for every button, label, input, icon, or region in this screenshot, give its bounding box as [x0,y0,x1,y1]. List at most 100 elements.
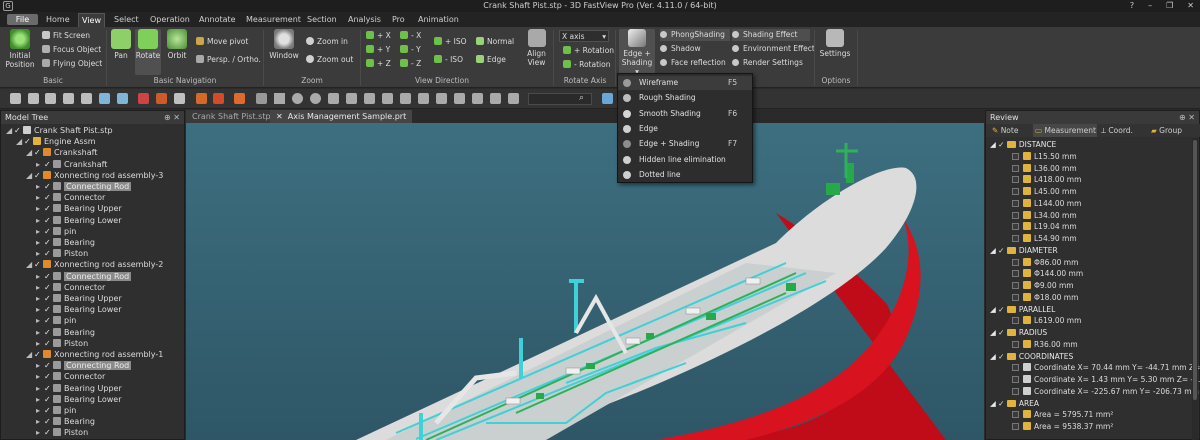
measurement-item[interactable]: R36.00 mm [1012,339,1078,351]
sphere-icon[interactable] [174,93,185,104]
tree-item[interactable]: ◢ ✓ Xonnecting rod assembly-3 [26,170,163,181]
shading-menu-item[interactable]: Rough Shading [618,91,752,105]
view-plus-y-button[interactable]: + Y [366,44,390,56]
item-checkbox[interactable] [1012,411,1019,419]
visibility-checkbox[interactable]: ✓ [44,293,53,304]
measurement-item[interactable]: L45.00 mm [1012,186,1077,198]
visibility-checkbox[interactable]: ✓ [44,181,53,192]
pencil-icon[interactable] [328,93,339,104]
snap-icon[interactable] [400,93,411,104]
flag-icon[interactable] [472,93,483,104]
help-icon[interactable]: ? [1130,0,1134,12]
rotate-button[interactable]: Rotate [135,29,161,75]
visibility-checkbox[interactable]: ✓ [44,192,53,203]
visibility-checkbox[interactable]: ✓ [34,349,43,360]
environment-effect-toggle[interactable]: Environment Effect [732,43,815,55]
tree-item[interactable]: ▸ ✓ Bearing [36,237,95,248]
expand-arrow-icon[interactable]: ▸ [36,237,44,248]
item-checkbox[interactable] [1012,223,1019,231]
expand-arrow-icon[interactable]: ▸ [36,315,44,326]
tree-item[interactable]: ▸ ✓ pin [36,226,76,237]
tab-coord[interactable]: ⟂ Coord. [1099,124,1149,137]
visibility-checkbox[interactable]: ✓ [44,248,53,259]
item-checkbox[interactable] [1012,199,1019,207]
expand-arrow-icon[interactable]: ▸ [36,427,44,438]
measurement-category[interactable]: ◢ ✓ RADIUS [990,327,1047,339]
tree-item[interactable]: ◢ ✓ Xonnecting rod assembly-1 [26,349,163,360]
visibility-checkbox[interactable]: ✓ [44,271,53,282]
item-checkbox[interactable] [1012,211,1019,219]
expand-arrow-icon[interactable]: ▸ [36,192,44,203]
tree-item[interactable]: ▸ ✓ Connecting Rod [36,360,132,371]
face-reflection-toggle[interactable]: Face reflection [660,57,726,69]
tab-measurement-review[interactable]: ▭ Measurement [1033,124,1097,137]
doc-tab-crank-shaft[interactable]: Crank Shaft Pist.stp [186,110,277,123]
tab-measurement[interactable]: Measurement [243,13,304,27]
tab-analysis[interactable]: Analysis [345,13,384,27]
measurement-item[interactable]: Φ86.00 mm [1012,257,1078,269]
select-icon[interactable] [138,93,149,104]
flying-object-button[interactable]: Flying Object [42,58,102,70]
visibility-checkbox[interactable]: ✓ [44,405,53,416]
view-minus-x-button[interactable]: - X [400,30,421,42]
tree-item[interactable]: ▸ ✓ Connector [36,282,105,293]
shadow-toggle[interactable]: Shadow [660,43,701,55]
tree-item[interactable]: ▸ ✓ Piston [36,248,88,259]
doc-tab-axis-management[interactable]: ✕ Axis Management Sample.prt [270,110,413,123]
item-checkbox[interactable] [1012,293,1019,301]
circle-icon[interactable] [292,93,303,104]
minimize-icon[interactable]: – [1148,0,1152,12]
pin-icon[interactable]: ⊕ ✕ [1179,111,1195,124]
close-icon[interactable]: ✕ [1187,0,1194,12]
tree-item[interactable]: ▸ ✓ Bearing Lower [36,304,121,315]
target-icon[interactable] [310,93,321,104]
shading-menu-item[interactable]: Wireframe F5 [618,76,752,90]
visibility-checkbox[interactable]: ✓ [44,338,53,349]
measurement-item[interactable]: Φ18.00 mm [1012,292,1078,304]
item-checkbox[interactable] [1012,235,1019,242]
tab-note[interactable]: ✎ Note [990,124,1032,137]
tab-select[interactable]: Select [111,13,142,27]
expand-arrow-icon[interactable]: ◢ [26,259,34,270]
save-icon[interactable] [45,93,56,104]
save-as-icon[interactable] [63,93,74,104]
focus-object-button[interactable]: Focus Object [42,44,101,56]
expand-arrow-icon[interactable]: ◢ ✓ [990,399,1007,408]
rectangle-icon[interactable] [274,93,285,104]
zoom-out-button[interactable]: Zoom out [306,54,353,66]
shading-effect-toggle[interactable]: Shading Effect [732,29,810,41]
tree-item[interactable]: ▸ ✓ Piston [36,338,88,349]
item-checkbox[interactable] [1012,364,1019,372]
print-icon[interactable] [81,93,92,104]
visibility-checkbox[interactable]: ✓ [44,327,53,338]
measurement-item[interactable]: Coordinate X= 1.43 mm Y= 5.30 mm Z= -8..… [1012,374,1200,386]
measurement-item[interactable]: L418.00 mm [1012,174,1081,186]
tab-operation[interactable]: Operation [147,13,193,27]
item-checkbox[interactable] [1012,423,1019,430]
visibility-checkbox[interactable]: ✓ [44,237,53,248]
tab-pro[interactable]: Pro [389,13,408,27]
minus-rotation-button[interactable]: - Rotation [563,59,610,71]
expand-arrow-icon[interactable]: ▸ [36,293,44,304]
view-minus-iso-button[interactable]: - ISO [434,54,463,66]
expand-arrow-icon[interactable]: ◢ [26,147,34,158]
visibility-checkbox[interactable]: ✓ [34,147,43,158]
cut-icon[interactable] [156,93,167,104]
tab-animation[interactable]: Animation [415,13,462,27]
item-checkbox[interactable] [1012,152,1019,160]
orbit-button[interactable]: Orbit [165,29,189,60]
measurement-category[interactable]: ◢ ✓ COORDINATES [990,351,1073,363]
plus-rotation-button[interactable]: + Rotation [563,45,614,57]
new-file-icon[interactable] [10,93,21,104]
phong-shading-toggle[interactable]: PhongShading [660,29,730,41]
review-scrollbar[interactable] [1192,138,1198,440]
tab-group[interactable]: ▰ Group [1149,124,1197,137]
visibility-checkbox[interactable]: ✓ [44,383,53,394]
expand-arrow-icon[interactable]: ▸ [36,416,44,427]
tree-item[interactable]: ▸ ✓ Connector [36,192,105,203]
zoom-in-button[interactable]: Zoom in [306,36,348,48]
move-icon[interactable] [346,93,357,104]
expand-arrow-icon[interactable]: ◢ ✓ [990,352,1007,361]
visibility-checkbox[interactable]: ✓ [44,159,53,170]
part-icon[interactable] [196,93,207,104]
